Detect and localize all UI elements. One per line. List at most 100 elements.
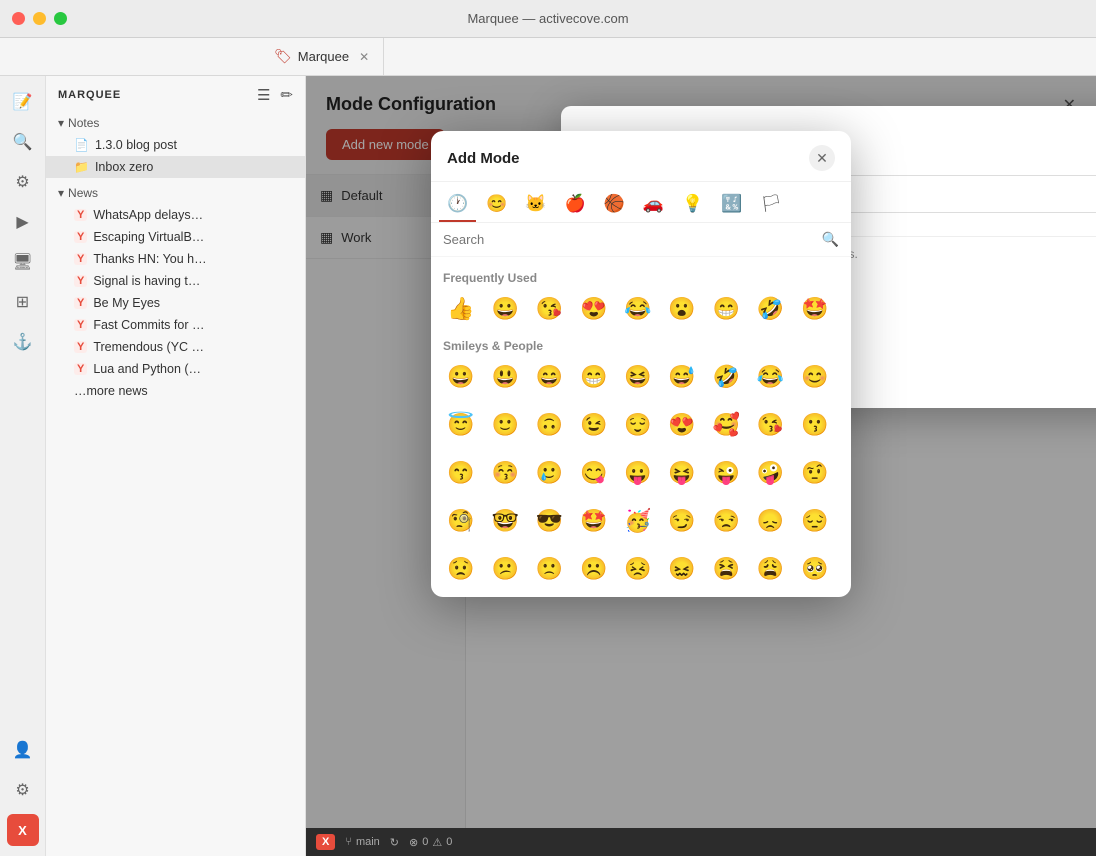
emoji-s5[interactable]: 😆 [620,359,656,395]
emoji-s20[interactable]: 😚 [487,455,523,491]
minimize-button[interactable] [33,12,46,25]
tab-marquee[interactable]: 🏷 Marquee ✕ [260,38,384,75]
emoji-s32[interactable]: 🥳 [620,503,656,539]
emoji-cat-objects[interactable]: 💡 [674,188,711,222]
emoji-s1[interactable]: 😀 [443,359,479,395]
emoji-s39[interactable]: 🙁 [531,551,567,587]
emoji-s37[interactable]: 😟 [443,551,479,587]
emoji-s9[interactable]: 😊 [797,359,833,395]
sidebar-notes-icon[interactable]: 📝 [7,86,39,118]
emoji-s12[interactable]: 🙃 [531,407,567,443]
emoji-s42[interactable]: 😖 [664,551,700,587]
emoji-s3[interactable]: 😄 [531,359,567,395]
emoji-s30[interactable]: 😎 [531,503,567,539]
emoji-s28[interactable]: 🧐 [443,503,479,539]
sidebar-item-lua-python[interactable]: Y Lua and Python (… [46,358,305,380]
emoji-cat-recent[interactable]: 🕐 [439,188,476,222]
emoji-cat-flags[interactable]: 🏳 [752,188,790,222]
sidebar-settings-icon[interactable]: ⚙ [7,774,39,806]
emoji-search-input[interactable] [443,232,814,247]
emoji-rofl[interactable]: 🤣 [753,291,789,327]
sidebar-monitor-icon[interactable]: 🖥 [7,246,39,278]
filter-icon[interactable]: ☰ [257,86,270,104]
close-button[interactable] [12,12,25,25]
status-refresh[interactable]: ↻ [390,836,399,849]
sidebar-item-blog-post[interactable]: 📄 1.3.0 blog post [46,134,305,156]
emoji-star-struck[interactable]: 🤩 [797,291,833,327]
emoji-heart-eyes[interactable]: 😍 [576,291,612,327]
sidebar-item-fast-commits[interactable]: Y Fast Commits for … [46,314,305,336]
emoji-s35[interactable]: 😞 [753,503,789,539]
emoji-cat-food[interactable]: 🍎 [557,188,594,222]
sidebar-item-tremendous[interactable]: Y Tremendous (YC … [46,336,305,358]
sidebar-item-more-news[interactable]: …more news [46,380,305,402]
emoji-s45[interactable]: 🥺 [797,551,833,587]
emoji-s40[interactable]: ☹️ [576,551,612,587]
smileys-grid-row5: 😟 😕 🙁 ☹️ 😣 😖 😫 😩 🥺 [443,551,839,587]
emoji-s7[interactable]: 🤣 [708,359,744,395]
emoji-thumbsup[interactable]: 👍 [443,291,479,327]
emoji-s14[interactable]: 😌 [620,407,656,443]
sidebar-item-signal[interactable]: Y Signal is having t… [46,270,305,292]
emoji-open-mouth[interactable]: 😮 [664,291,700,327]
emoji-s2[interactable]: 😃 [487,359,523,395]
sidebar-send-icon[interactable]: ▶ [7,206,39,238]
emoji-cat-travel[interactable]: 🚗 [635,188,672,222]
emoji-s29[interactable]: 🤓 [487,503,523,539]
emoji-s38[interactable]: 😕 [487,551,523,587]
sidebar-search-icon[interactable]: 🔍 [7,126,39,158]
emoji-s41[interactable]: 😣 [620,551,656,587]
emoji-grinning[interactable]: 😀 [487,291,523,327]
emoji-s24[interactable]: 😝 [664,455,700,491]
emoji-s44[interactable]: 😩 [753,551,789,587]
emoji-s23[interactable]: 😛 [620,455,656,491]
emoji-kissing-heart[interactable]: 😘 [531,291,567,327]
news-group-header[interactable]: ▾ News [46,182,305,204]
sidebar-grid-icon[interactable]: ⊞ [7,286,39,318]
sidebar-anchor-icon[interactable]: ⚓ [7,326,39,358]
emoji-s33[interactable]: 😏 [664,503,700,539]
maximize-button[interactable] [54,12,67,25]
new-note-icon[interactable]: ✏ [280,86,293,104]
emoji-cat-symbols[interactable]: 🔣 [713,188,750,222]
notes-group-header[interactable]: ▾ Notes [46,112,305,134]
sidebar-item-thanks-hn[interactable]: Y Thanks HN: You h… [46,248,305,270]
emoji-s10[interactable]: 😇 [443,407,479,443]
emoji-s13[interactable]: 😉 [576,407,612,443]
emoji-s19[interactable]: 😙 [443,455,479,491]
emoji-s21[interactable]: 🥲 [531,455,567,491]
emoji-s31[interactable]: 🤩 [576,503,612,539]
sidebar-item-inbox-zero[interactable]: 📁 Inbox zero [46,156,305,178]
emoji-s26[interactable]: 🤪 [753,455,789,491]
emoji-s15[interactable]: 😍 [664,407,700,443]
sidebar-item-be-my-eyes[interactable]: Y Be My Eyes [46,292,305,314]
emoji-s34[interactable]: 😒 [708,503,744,539]
folder-icon: 📁 [74,160,89,174]
emoji-s17[interactable]: 😘 [753,407,789,443]
sidebar-item-whatsapp[interactable]: Y WhatsApp delays… [46,204,305,226]
sidebar-header: MARQUEE ☰ ✏ [46,76,305,110]
emoji-s8[interactable]: 😂 [753,359,789,395]
status-brand[interactable]: X [316,834,335,850]
emoji-picker-close-button[interactable]: ✕ [809,145,835,171]
sidebar-graph-icon[interactable]: ⚙ [7,166,39,198]
emoji-s16[interactable]: 🥰 [708,407,744,443]
emoji-s27[interactable]: 🤨 [797,455,833,491]
emoji-s36[interactable]: 😔 [797,503,833,539]
emoji-s11[interactable]: 🙂 [487,407,523,443]
emoji-s18[interactable]: 😗 [797,407,833,443]
emoji-grin[interactable]: 😁 [708,291,744,327]
sidebar-brand-icon[interactable]: X [7,814,39,846]
emoji-cat-smileys[interactable]: 😊 [478,188,515,222]
emoji-s4[interactable]: 😁 [576,359,612,395]
emoji-cat-sports[interactable]: 🏀 [596,188,633,222]
sidebar-item-virtualb[interactable]: Y Escaping VirtualB… [46,226,305,248]
emoji-cat-animals[interactable]: 🐱 [517,188,554,222]
emoji-s6[interactable]: 😅 [664,359,700,395]
emoji-s43[interactable]: 😫 [708,551,744,587]
emoji-joy[interactable]: 😂 [620,291,656,327]
sidebar-user-icon[interactable]: 👤 [7,734,39,766]
emoji-s22[interactable]: 😋 [576,455,612,491]
emoji-s25[interactable]: 😜 [708,455,744,491]
tab-close-button[interactable]: ✕ [359,50,369,64]
